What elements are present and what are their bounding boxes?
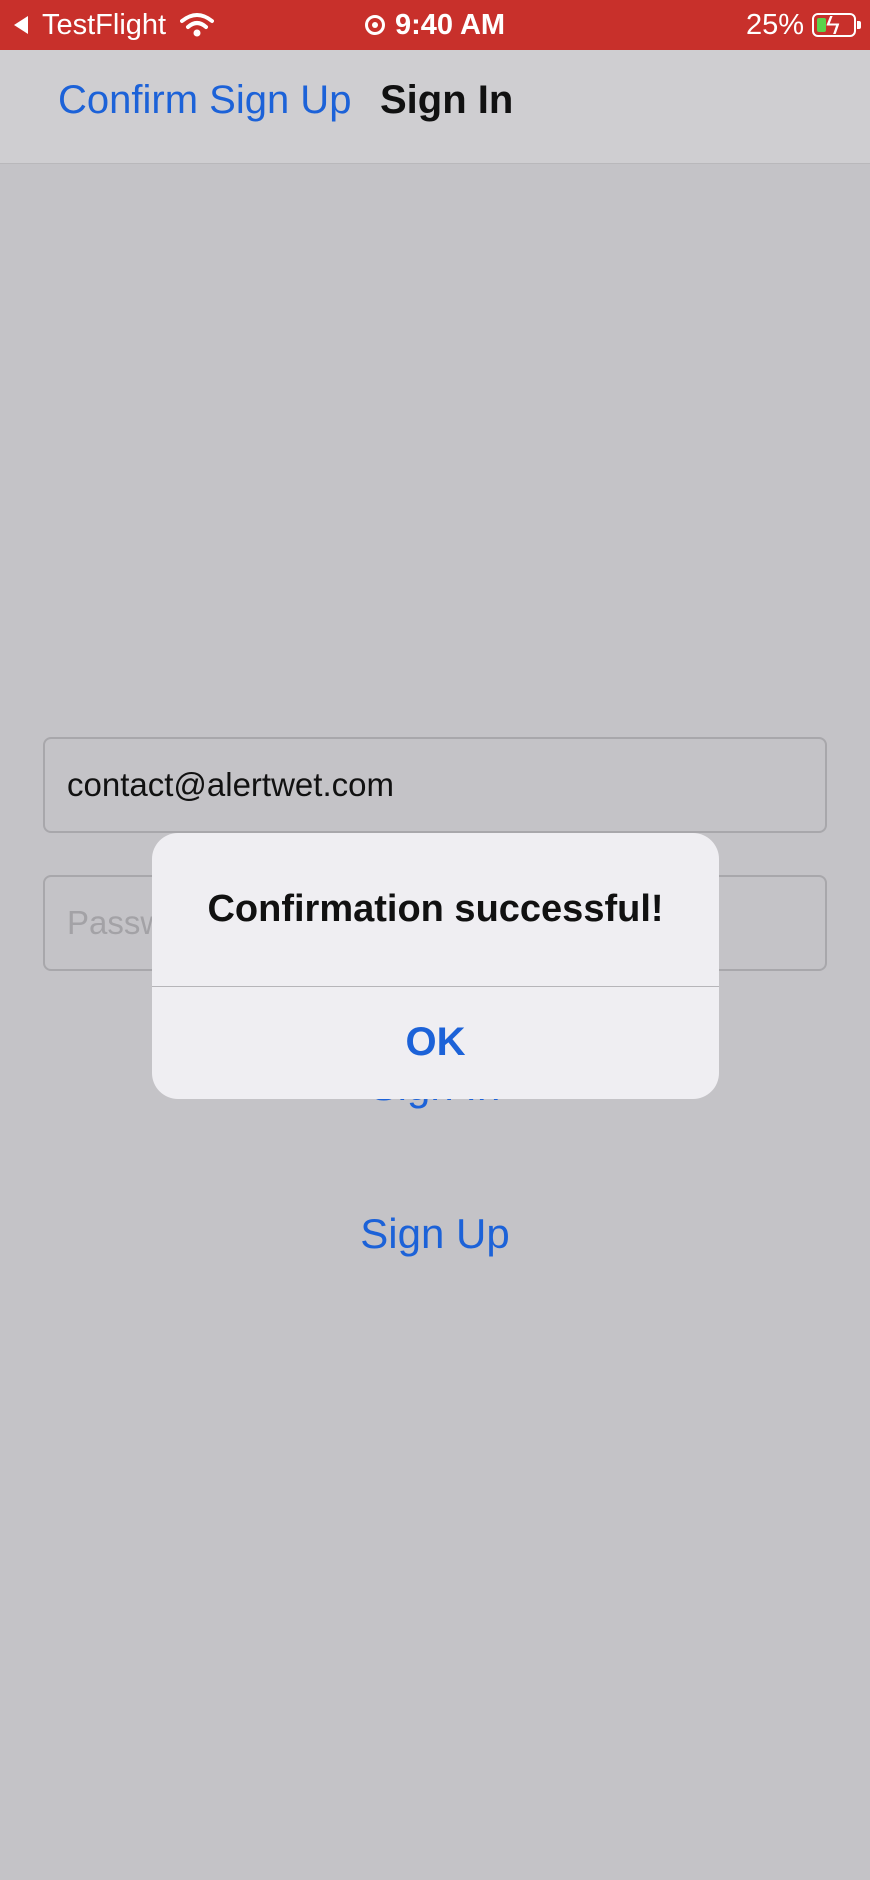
alert-dialog: Confirmation successful! OK: [152, 833, 719, 1099]
sign-up-button[interactable]: Sign Up: [0, 1210, 870, 1258]
email-field[interactable]: contact@alertwet.com: [43, 737, 827, 833]
alert-ok-button[interactable]: OK: [152, 986, 719, 1099]
battery-fill: [817, 18, 826, 32]
status-bar: TestFlight 9:40 AM 25% ϟ: [0, 0, 870, 50]
battery-charging-icon: ϟ: [812, 11, 861, 39]
nav-back-button[interactable]: Confirm Sign Up: [58, 78, 351, 123]
page-title: Sign In: [380, 78, 514, 122]
alert-title: Confirmation successful!: [207, 888, 664, 930]
navigation-bar: Confirm Sign Up Sign In: [0, 50, 870, 164]
battery-percent: 25%: [745, 8, 804, 41]
location-icon: [364, 15, 385, 35]
status-time: 9:40 AM: [394, 8, 506, 41]
